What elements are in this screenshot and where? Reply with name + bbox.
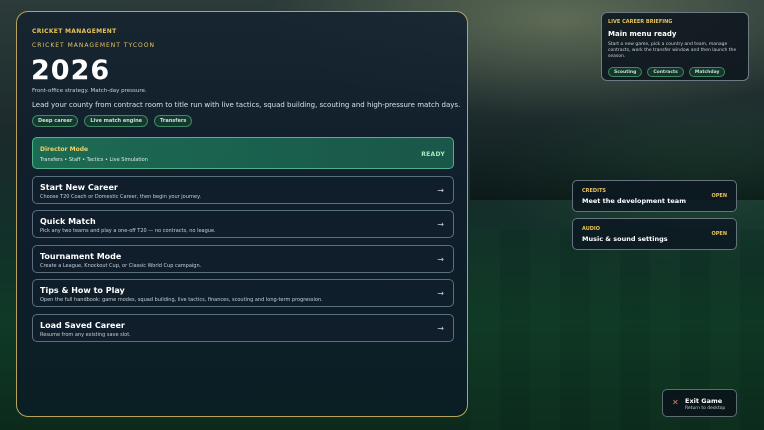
menu-item-subtitle: Create a League, Knockout Cup, or Classi…: [40, 263, 202, 269]
ready-badge: READY: [421, 151, 445, 158]
main-menu-panel: CRICKET MANAGEMENT CRICKET MANAGEMENT TY…: [16, 11, 468, 417]
audio-settings-button[interactable]: AUDIO Music & sound settings OPEN: [572, 218, 737, 250]
tournament-mode-button[interactable]: Tournament Mode Create a League, Knockou…: [32, 245, 454, 273]
credits-open-label: OPEN: [711, 193, 727, 199]
chip-transfers: Transfers: [154, 115, 193, 127]
exit-title: Exit Game: [685, 397, 723, 405]
chip-live-match-engine: Live match engine: [84, 115, 149, 127]
brand-label: CRICKET MANAGEMENT: [32, 28, 117, 35]
menu-item-title: Quick Match: [40, 217, 96, 226]
menu-item-subtitle: Pick any two teams and play a one-off T2…: [40, 228, 216, 234]
arrow-right-icon: →: [437, 220, 444, 229]
briefing-title: Main menu ready: [608, 30, 677, 38]
chip-scouting: Scouting: [608, 67, 643, 77]
menu-item-title: Tips & How to Play: [40, 286, 125, 295]
credits-button[interactable]: CREDITS Meet the development team OPEN: [572, 180, 737, 212]
credits-label: CREDITS: [582, 188, 606, 194]
load-saved-career-button[interactable]: Load Saved Career Resume from any existi…: [32, 314, 454, 342]
credits-title: Meet the development team: [582, 197, 686, 205]
audio-title: Music & sound settings: [582, 235, 668, 243]
audio-open-label: OPEN: [711, 231, 727, 237]
quick-match-button[interactable]: Quick Match Pick any two teams and play …: [32, 210, 454, 238]
arrow-right-icon: →: [437, 186, 444, 195]
exit-subtitle: Return to desktop: [685, 406, 726, 411]
briefing-chips: Scouting Contracts Matchday: [608, 67, 726, 77]
tips-how-to-play-button[interactable]: Tips & How to Play Open the full handboo…: [32, 279, 454, 307]
description: Lead your county from contract room to t…: [32, 101, 461, 109]
feature-chips: Deep career Live match engine Transfers: [32, 115, 193, 127]
menu-item-title: Start New Career: [40, 183, 118, 192]
chip-deep-career: Deep career: [32, 115, 79, 127]
close-icon: ✕: [672, 398, 679, 407]
career-briefing-panel: LIVE CAREER BRIEFING Main menu ready Sta…: [601, 12, 749, 81]
director-mode-subtitle: Transfers • Staff • Tactics • Live Simul…: [40, 157, 148, 163]
arrow-right-icon: →: [437, 255, 444, 264]
arrow-right-icon: →: [437, 324, 444, 333]
menu-item-subtitle: Open the full handbook: game modes, squa…: [40, 297, 323, 303]
arrow-right-icon: →: [437, 289, 444, 298]
chip-contracts: Contracts: [647, 67, 684, 77]
game-subtitle: CRICKET MANAGEMENT TYCOON: [32, 42, 155, 49]
briefing-label: LIVE CAREER BRIEFING: [608, 19, 673, 25]
menu-item-subtitle: Resume from any existing save slot.: [40, 332, 131, 338]
start-new-career-button[interactable]: Start New Career Choose T20 Coach or Dom…: [32, 176, 454, 204]
tagline: Front-office strategy. Match-day pressur…: [32, 88, 147, 94]
audio-label: AUDIO: [582, 226, 601, 232]
chip-matchday: Matchday: [688, 67, 726, 77]
menu-item-title: Tournament Mode: [40, 252, 122, 261]
menu-item-title: Load Saved Career: [40, 321, 125, 330]
briefing-text: Start a new game, pick a country and tea…: [608, 42, 737, 59]
director-mode-title: Director Mode: [40, 146, 89, 153]
director-mode-button[interactable]: Director Mode Transfers • Staff • Tactic…: [32, 137, 454, 169]
game-title-year: 2026: [31, 55, 111, 86]
exit-game-button[interactable]: ✕ Exit Game Return to desktop: [662, 389, 737, 417]
menu-item-subtitle: Choose T20 Coach or Domestic Career, the…: [40, 194, 201, 200]
